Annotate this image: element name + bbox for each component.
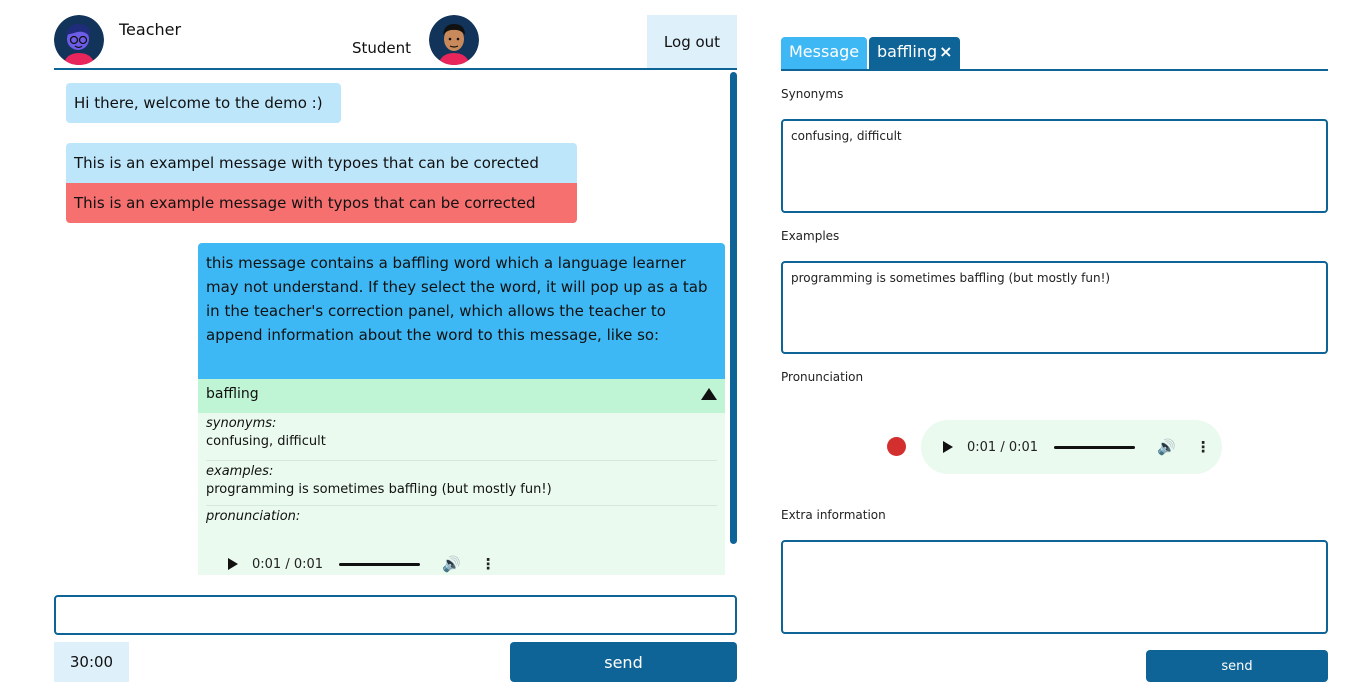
audio-time: 0:01 / 0:01 [967,439,1039,455]
chat-message-correction: This is an example message with typos th… [66,183,577,223]
audio-progress-bar[interactable] [339,562,421,566]
word-card-body: synonyms: confusing, difficult examples:… [198,413,725,575]
more-vertical-icon[interactable]: ⋮ [481,555,496,573]
student-avatar [429,15,479,65]
synonyms-value: confusing, difficult [206,434,326,449]
chat-scrollbar[interactable] [730,72,737,544]
tab-message[interactable]: Message [781,37,867,69]
play-icon[interactable] [943,441,953,453]
chat-message-student[interactable]: this message contains a baffling word wh… [198,243,725,379]
audio-player[interactable]: 0:01 / 0:01 🔊 ⋮ [228,549,496,579]
tab-message-label: Message [789,42,860,61]
examples-label: examples: [206,464,274,479]
pronunciation-audio-player[interactable]: 0:01 / 0:01 🔊 ⋮ [921,420,1222,474]
synonyms-field[interactable]: confusing, difficult [781,119,1328,213]
audio-progress-bar[interactable] [1054,445,1136,449]
play-icon[interactable] [228,558,238,570]
word-card-word: baffling [206,386,259,402]
teacher-avatar [54,15,104,65]
correction-tabs: Message baffling × [781,37,1328,71]
close-icon[interactable]: × [939,42,952,61]
pronunciation-field-label: Pronunciation [781,370,864,384]
word-card-examples: examples: programming is sometimes baffl… [206,460,717,499]
triangle-up-icon[interactable] [701,388,717,400]
tab-word-label: baffling [877,42,938,61]
examples-value: programming is sometimes baffling (but m… [206,482,552,497]
student-name: Student [352,39,412,57]
record-icon[interactable] [887,437,906,456]
chat-message-original: This is an exampel message with typoes t… [66,143,577,183]
synonyms-label: synonyms: [206,416,277,431]
logout-button[interactable]: Log out [647,15,737,68]
tab-word-baffling[interactable]: baffling × [869,37,960,69]
send-message-button[interactable]: send [510,642,737,682]
chat-header: Teacher Student Log out [54,0,737,70]
more-vertical-icon[interactable]: ⋮ [1196,438,1211,456]
chat-panel: Teacher Student Log out Hi there, welcom… [54,0,737,698]
volume-icon[interactable]: 🔊 [1157,438,1176,456]
word-card-pronunciation: pronunciation: [206,505,717,526]
correction-panel: Message baffling × Synonyms confusing, di… [781,0,1328,698]
extra-info-field[interactable] [781,540,1328,634]
message-input[interactable] [54,595,737,635]
audio-time: 0:01 / 0:01 [252,556,324,572]
examples-field[interactable]: programming is sometimes baffling (but m… [781,261,1328,354]
word-card-synonyms: synonyms: confusing, difficult [206,415,717,451]
chat-message: Hi there, welcome to the demo :) [66,83,341,123]
extra-info-field-label: Extra information [781,508,886,522]
synonyms-field-label: Synonyms [781,87,844,101]
examples-field-label: Examples [781,229,840,243]
word-card-header[interactable]: baffling [198,379,725,413]
pronunciation-label: pronunciation: [206,509,301,524]
chat-messages: Hi there, welcome to the demo :) This is… [54,72,737,582]
session-timer: 30:00 [54,642,129,682]
send-correction-button[interactable]: send [1146,650,1328,682]
volume-icon[interactable]: 🔊 [442,555,461,573]
teacher-name: Teacher [119,20,182,39]
